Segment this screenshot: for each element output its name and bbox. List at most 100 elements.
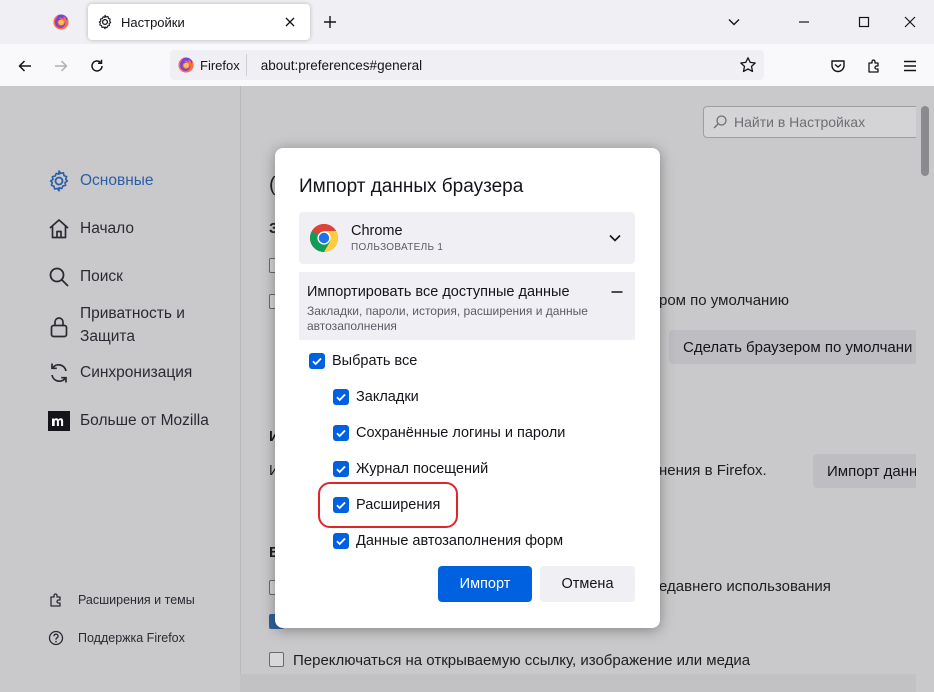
red-highlight-outline — [318, 482, 458, 528]
tab-strip: Настройки — [0, 0, 934, 44]
dialog-title: Импорт данных браузера — [299, 176, 524, 197]
sidebar-item-label: Основные — [80, 172, 154, 189]
sidebar-item-label: Начало — [80, 220, 135, 237]
bookmarks-checkbox[interactable]: Закладки — [333, 389, 419, 405]
checkmark-icon — [333, 389, 349, 405]
minimize-icon — [799, 21, 809, 23]
url-bar[interactable]: Firefox about:preferences#general — [170, 50, 764, 80]
sidebar-item-home[interactable]: Начало — [46, 216, 134, 242]
checkmark-icon — [333, 425, 349, 441]
checkbox-label: Журнал посещений — [356, 461, 489, 477]
puzzle-icon — [868, 59, 879, 73]
mozilla-icon — [46, 408, 72, 434]
sidebar-item-label: Синхронизация — [80, 364, 193, 381]
close-window-button[interactable] — [895, 8, 925, 36]
url-input[interactable]: about:preferences#general — [261, 58, 736, 73]
chevron-down-icon — [728, 19, 740, 26]
checkmark-icon — [309, 353, 325, 369]
pocket-icon — [831, 60, 845, 73]
pinned-tab-firefox[interactable] — [44, 6, 78, 38]
sidebar-footer-label: Расширения и темы — [78, 593, 195, 607]
reload-button[interactable] — [83, 52, 111, 80]
checkmark-icon — [333, 533, 349, 549]
extensions-button[interactable] — [860, 52, 888, 80]
firefox-logo-icon — [178, 57, 194, 73]
history-checkbox[interactable]: Журнал посещений — [333, 461, 488, 477]
bg-recent-text: едавнего использования — [659, 578, 831, 595]
sidebar-item-search[interactable]: Поиск — [46, 264, 123, 290]
search-settings-input[interactable]: Найти в Настройках — [703, 106, 934, 138]
formdata-checkbox[interactable]: Данные автозаполнения форм — [333, 533, 563, 549]
checkbox-label: Выбрать все — [332, 353, 418, 369]
checkmark-icon — [333, 461, 349, 477]
bg-checkbox[interactable] — [269, 652, 284, 667]
checkbox-label: Сохранённые логины и пароли — [356, 425, 566, 441]
import-button[interactable]: Импорт — [438, 566, 532, 602]
make-default-button[interactable]: Сделать браузером по умолчани — [669, 330, 927, 364]
vertical-scrollbar[interactable] — [916, 86, 934, 692]
help-icon — [46, 628, 66, 648]
sidebar-item-sync[interactable]: Синхронизация — [46, 360, 192, 386]
close-tab-icon[interactable] — [278, 10, 302, 34]
sidebar-item-more-from-mozilla[interactable]: Больше от Mozilla — [46, 408, 209, 434]
search-icon — [46, 264, 72, 290]
gear-icon — [46, 168, 72, 194]
firefox-logo-icon — [53, 14, 69, 30]
list-all-tabs-button[interactable] — [722, 10, 746, 34]
pocket-button[interactable] — [824, 52, 852, 80]
hamburger-menu-icon — [904, 60, 916, 72]
navigation-toolbar: Firefox about:preferences#general — [0, 44, 934, 87]
forward-arrow-icon — [55, 60, 68, 72]
collapse-icon[interactable] — [607, 282, 627, 302]
identity-label: Firefox — [200, 57, 240, 73]
plus-icon — [324, 16, 336, 28]
gear-icon — [97, 14, 113, 30]
search-icon — [712, 114, 728, 130]
bookmark-star-icon[interactable] — [736, 53, 760, 77]
tab-title: Настройки — [121, 14, 185, 30]
bg-default-browser-text: ром по умолчанию — [659, 292, 789, 309]
scrollbar-thumb[interactable] — [921, 106, 929, 176]
new-tab-button[interactable] — [318, 10, 342, 34]
categories-sidebar: Основные Начало Поиск Приватность и Защи… — [0, 86, 240, 692]
browser-name: Chrome — [351, 223, 403, 239]
identity-box[interactable]: Firefox — [176, 54, 247, 76]
horizontal-scrollbar[interactable] — [240, 674, 916, 692]
sidebar-item-label: Поиск — [80, 268, 123, 285]
cancel-button[interactable]: Отмена — [540, 566, 635, 602]
back-button[interactable] — [11, 52, 39, 80]
browser-profile: ПОЛЬЗОВАТЕЛЬ 1 — [351, 242, 444, 253]
checkbox-label: Данные автозаполнения форм — [356, 533, 564, 549]
select-all-checkbox[interactable]: Выбрать все — [309, 353, 417, 369]
browser-profile-select[interactable]: Chrome ПОЛЬЗОВАТЕЛЬ 1 — [299, 212, 635, 264]
minimize-button[interactable] — [789, 8, 819, 36]
tab-settings[interactable]: Настройки — [88, 4, 310, 40]
checkbox-label: Закладки — [356, 389, 419, 405]
import-all-section: Импортировать все доступные данные Закла… — [299, 272, 635, 340]
import-all-description: Закладки, пароли, история, расширения и … — [307, 304, 588, 333]
lock-icon — [46, 314, 72, 340]
bg-import-text: нения в Firefox. — [659, 462, 767, 479]
chevron-down-icon — [603, 226, 627, 250]
browser-names: Chrome ПОЛЬЗОВАТЕЛЬ 1 — [351, 223, 603, 253]
back-arrow-icon — [18, 60, 31, 72]
sidebar-footer-addons[interactable]: Расширения и темы — [46, 590, 195, 610]
maximize-button[interactable] — [849, 8, 879, 36]
import-dialog: Импорт данных браузера Chrome ПОЛЬЗОВАТЕ… — [275, 148, 660, 628]
sidebar-item-privacy[interactable]: Приватность и Защита — [46, 302, 200, 348]
maximize-icon — [858, 16, 870, 28]
reload-icon — [91, 59, 103, 72]
bg-switch-text: Переключаться на открываемую ссылку, изо… — [293, 652, 751, 669]
chrome-logo-icon — [309, 223, 339, 253]
forward-button[interactable] — [47, 52, 75, 80]
sidebar-item-general[interactable]: Основные — [46, 168, 154, 194]
sidebar-footer-label: Поддержка Firefox — [78, 631, 185, 645]
sync-icon — [46, 360, 72, 386]
close-icon — [904, 16, 916, 28]
home-icon — [46, 216, 72, 242]
logins-checkbox[interactable]: Сохранённые логины и пароли — [333, 425, 565, 441]
sidebar-footer-support[interactable]: Поддержка Firefox — [46, 628, 185, 648]
sidebar-item-label: Больше от Mozilla — [80, 412, 209, 429]
sidebar-item-label: Приватность и Защита — [80, 305, 185, 345]
app-menu-button[interactable] — [896, 52, 924, 80]
